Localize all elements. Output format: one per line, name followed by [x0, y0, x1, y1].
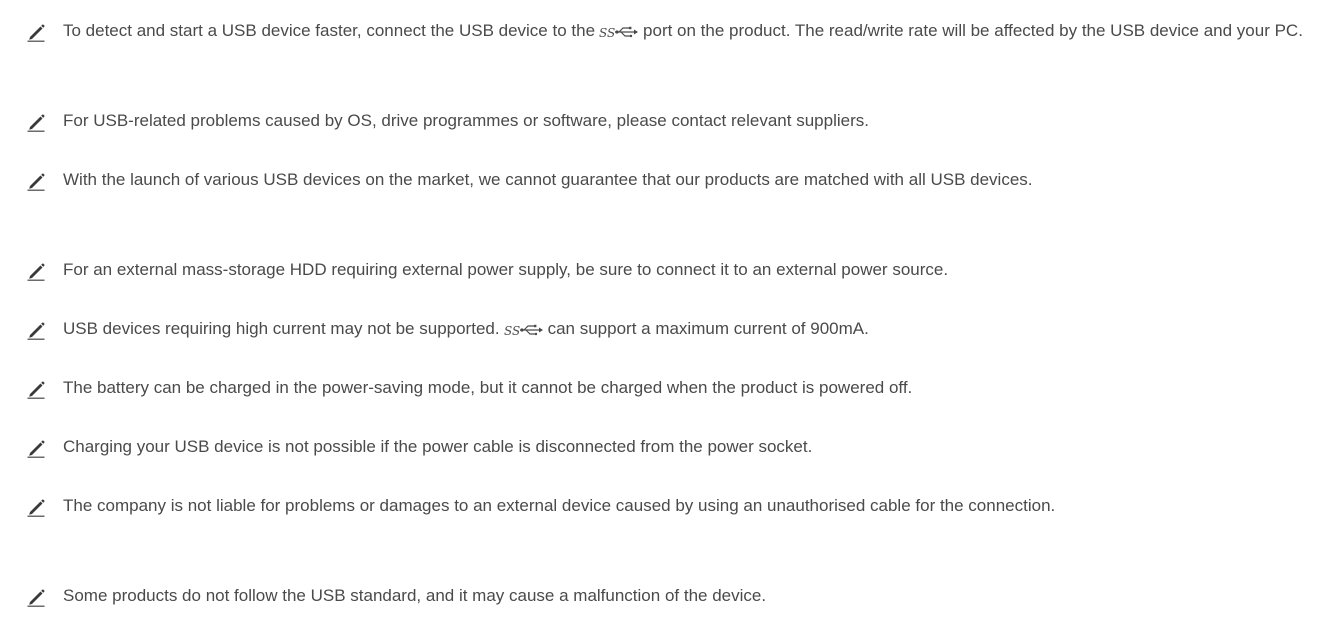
note-text: To detect and start a USB device faster,… — [63, 21, 1303, 40]
pencil-icon — [26, 112, 46, 132]
note-text: The company is not liable for problems o… — [63, 496, 1056, 515]
usb-superspeed-icon — [599, 24, 639, 40]
pencil-icon — [26, 587, 46, 607]
note-text: The battery can be charged in the power-… — [63, 378, 913, 397]
pencil-icon — [26, 438, 46, 458]
note-text: Some products do not follow the USB stan… — [63, 586, 767, 605]
note-text: Charging your USB device is not possible… — [63, 437, 813, 456]
pencil-icon — [26, 379, 46, 399]
pencil-icon — [26, 22, 46, 42]
note-text: USB devices requiring high current may n… — [63, 319, 869, 338]
pencil-icon — [26, 497, 46, 517]
note-text: With the launch of various USB devices o… — [63, 170, 1033, 189]
pencil-icon — [26, 261, 46, 281]
note-text: For USB-related problems caused by OS, d… — [63, 111, 869, 130]
pencil-icon — [26, 320, 46, 340]
pencil-icon — [26, 171, 46, 191]
note-text: For an external mass-storage HDD requiri… — [63, 260, 949, 279]
usb-superspeed-icon — [504, 322, 544, 338]
